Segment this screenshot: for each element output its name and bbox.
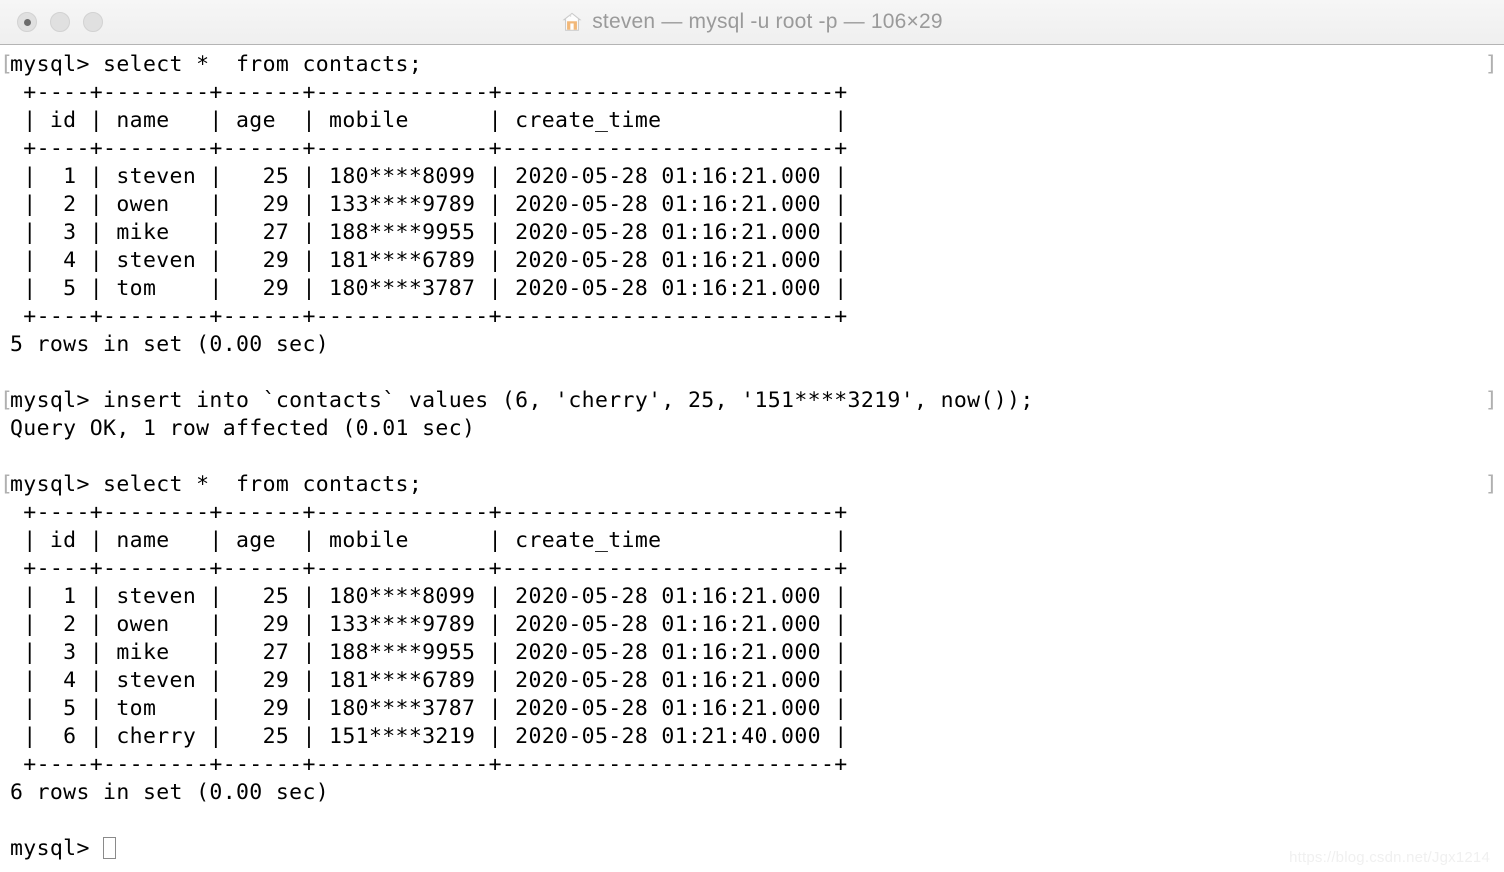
prompt-mark-left-icon: [ [0, 388, 14, 413]
prompt-mark-right-icon: ] [1484, 52, 1498, 77]
prompt-mark-right-icon: ] [1484, 388, 1498, 413]
terminal-output-line: +----+--------+------+-------------+----… [10, 80, 848, 105]
terminal-output-line: +----+--------+------+-------------+----… [10, 136, 848, 161]
close-dot-icon [23, 18, 31, 26]
terminal-output-line: 5 rows in set (0.00 sec) [10, 332, 330, 357]
terminal-prompt-line: [mysql> select * from contacts;] [0, 51, 1504, 79]
terminal-output-line: | 4 | steven | 29 | 181****6789 | 2020-0… [10, 248, 848, 273]
prompt-mark-right-icon: ] [1484, 472, 1498, 497]
prompt-mark-left-icon [0, 835, 10, 863]
terminal-output-line: | 6 | cherry | 25 | 151****3219 | 2020-0… [10, 724, 848, 749]
terminal-output-line: | 2 | owen | 29 | 133****9789 | 2020-05-… [10, 612, 848, 637]
terminal-prompt-text: mysql> [10, 836, 104, 861]
prompt-mark-left-icon: [ [0, 52, 14, 77]
terminal-command-text: mysql> insert into `contacts` values (6,… [10, 388, 1034, 413]
minimize-button[interactable] [50, 12, 70, 32]
terminal-output-line: | 1 | steven | 25 | 180****8099 | 2020-0… [10, 164, 848, 189]
terminal-output-line: | 1 | steven | 25 | 180****8099 | 2020-0… [10, 584, 848, 609]
terminal-output-line: | id | name | age | mobile | create_time… [10, 108, 848, 133]
terminal-output-line: +----+--------+------+-------------+----… [10, 752, 848, 777]
terminal-output-line: | 5 | tom | 29 | 180****3787 | 2020-05-2… [10, 696, 848, 721]
terminal-output-line: +----+--------+------+-------------+----… [10, 304, 848, 329]
terminal-output-line: | id | name | age | mobile | create_time… [10, 528, 848, 553]
zoom-button[interactable] [83, 12, 103, 32]
terminal-prompt-line: [mysql> select * from contacts;] [0, 471, 1504, 499]
close-button[interactable] [17, 12, 37, 32]
terminal-command-text: mysql> select * from contacts; [10, 52, 423, 77]
terminal-prompt-line: [mysql> insert into `contacts` values (6… [0, 387, 1504, 415]
window-title-group: steven — mysql -u root -p — 106×29 [0, 0, 1504, 44]
terminal-output-line: +----+--------+------+-------------+----… [10, 556, 848, 581]
terminal-output-line: 6 rows in set (0.00 sec) [10, 780, 330, 805]
terminal-screen[interactable]: [mysql> select * from contacts;] +----+-… [0, 45, 1504, 872]
terminal-output-line: | 5 | tom | 29 | 180****3787 | 2020-05-2… [10, 276, 848, 301]
window-titlebar[interactable]: steven — mysql -u root -p — 106×29 [0, 0, 1504, 45]
terminal-output-line: | 4 | steven | 29 | 181****6789 | 2020-0… [10, 668, 848, 693]
home-icon [562, 12, 582, 31]
terminal-output-line: | 2 | owen | 29 | 133****9789 | 2020-05-… [10, 192, 848, 217]
terminal-output-line: | 3 | mike | 27 | 188****9955 | 2020-05-… [10, 220, 848, 245]
terminal-command-text: mysql> select * from contacts; [10, 472, 423, 497]
text-cursor[interactable] [103, 837, 117, 859]
terminal-body[interactable]: [mysql> select * from contacts;] +----+-… [0, 45, 1504, 872]
terminal-output-line: | 3 | mike | 27 | 188****9955 | 2020-05-… [10, 640, 848, 665]
watermark: https://blog.csdn.net/Jgx1214 [1289, 849, 1490, 866]
prompt-mark-left-icon: [ [0, 472, 14, 497]
terminal-output-line: +----+--------+------+-------------+----… [10, 500, 848, 525]
terminal-active-prompt-line: mysql> [0, 835, 1504, 863]
terminal-window: steven — mysql -u root -p — 106×29 [mysq… [0, 0, 1504, 872]
window-title: steven — mysql -u root -p — 106×29 [592, 10, 943, 33]
traffic-light-group [17, 0, 103, 44]
terminal-output-line: Query OK, 1 row affected (0.01 sec) [10, 416, 476, 441]
